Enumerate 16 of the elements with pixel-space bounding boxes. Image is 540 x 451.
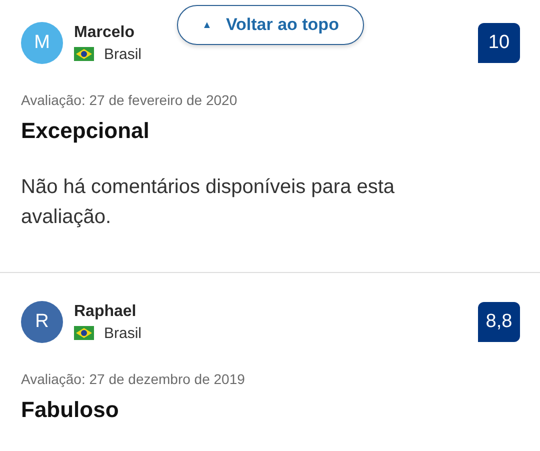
back-to-top-button[interactable]: ▲ Voltar ao topo (177, 5, 364, 45)
review-comment: Não há comentários disponíveis para esta avaliação. (21, 175, 396, 230)
flag-icon (74, 326, 94, 340)
country-name: Brasil (104, 324, 142, 342)
avatar: R (21, 301, 63, 343)
review-date: Avaliação: 27 de fevereiro de 2020 (21, 92, 238, 108)
reviewer-name: Marcelo (74, 24, 134, 42)
review-title: Fabuloso (21, 397, 120, 423)
score-badge: 8,8 (478, 302, 520, 342)
country-name: Brasil (104, 46, 142, 62)
flag-icon (74, 47, 94, 61)
reviewer-name: Raphael (74, 302, 136, 320)
avatar: M (21, 22, 63, 64)
review-date: Avaliação: 27 de dezembro de 2019 (21, 371, 246, 387)
score-badge: 10 (478, 23, 520, 63)
review-title: Excepcional (21, 118, 150, 144)
